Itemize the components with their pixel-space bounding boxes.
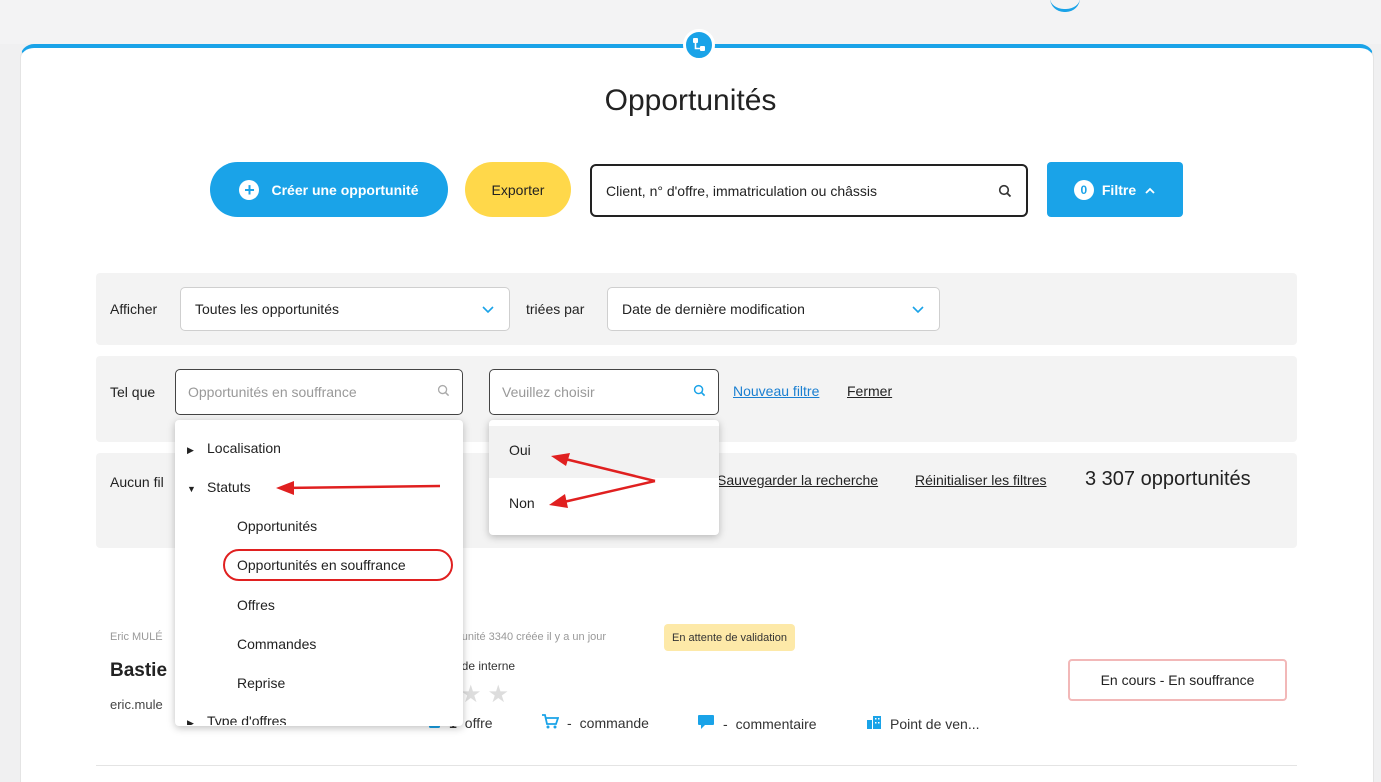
- afficher-select-value: Toutes les opportunités: [195, 301, 339, 317]
- filter-label: Filtre: [1101, 181, 1137, 198]
- offers-label: offre: [464, 715, 493, 731]
- row-meta: rtunité 3340 créée il y a un jour: [455, 631, 607, 643]
- close-filter-link[interactable]: Fermer: [847, 383, 892, 399]
- dropdown-item-type-offres[interactable]: ▶ Type d'offres: [187, 713, 286, 725]
- dropdown-item-reprise[interactable]: Reprise: [237, 675, 285, 691]
- chevron-down-icon: [481, 301, 495, 317]
- filter-button[interactable]: 0 Filtre: [1047, 162, 1183, 217]
- filter-field-input[interactable]: Opportunités en souffrance: [175, 369, 463, 415]
- plus-icon: +: [239, 179, 260, 200]
- caret-right-icon: ▶: [187, 445, 194, 455]
- comment-icon: [697, 714, 715, 733]
- orders-count: -: [567, 715, 572, 731]
- comments-stat[interactable]: - commentaire: [697, 714, 817, 733]
- new-filter-link[interactable]: Nouveau filtre: [733, 383, 819, 399]
- create-opportunity-button[interactable]: + Créer une opportunité: [210, 162, 448, 217]
- comments-label: commentaire: [735, 715, 817, 732]
- triees-par-label: triées par: [526, 301, 585, 317]
- point-of-sale-label: Point de ven...: [890, 715, 980, 732]
- filter-count-badge: 0: [1073, 179, 1094, 200]
- orders-stat[interactable]: - commande: [541, 714, 649, 732]
- opportunities-count: 3 307 opportunités: [1085, 468, 1251, 490]
- caret-right-icon: ▶: [187, 718, 194, 725]
- dropdown-item-localisation[interactable]: ▶ Localisation: [187, 440, 281, 456]
- tel-que-label: Tel que: [110, 384, 156, 400]
- row-client-name[interactable]: Bastie: [110, 660, 167, 682]
- chevron-down-icon: [911, 301, 925, 317]
- point-of-sale-stat[interactable]: Point de ven...: [866, 714, 980, 733]
- dropdown-item-label: Localisation: [207, 440, 281, 456]
- search-icon: [437, 384, 450, 400]
- cart-icon: [541, 714, 560, 732]
- dropdown-item-statuts[interactable]: ▼ Statuts: [187, 479, 251, 495]
- dropdown-item-label: Type d'offres: [207, 713, 287, 725]
- create-opportunity-label: Créer une opportunité: [271, 181, 419, 198]
- afficher-select[interactable]: Toutes les opportunités: [180, 287, 510, 331]
- status-badge: En attente de validation: [664, 624, 795, 651]
- annotation-highlight-oval: [223, 549, 453, 581]
- search-input[interactable]: Client, n° d'offre, immatriculation ou c…: [590, 164, 1028, 217]
- row-status: En cours - En souffrance: [1068, 659, 1287, 701]
- dropdown-item-commandes[interactable]: Commandes: [237, 636, 316, 652]
- filter-field-placeholder: Opportunités en souffrance: [188, 384, 357, 400]
- row-subtitle: nde interne: [455, 659, 516, 673]
- comments-count: -: [723, 715, 728, 732]
- caret-down-icon: ▼: [187, 484, 196, 494]
- export-button[interactable]: Exporter: [465, 162, 571, 217]
- reset-filters-link[interactable]: Réinitialiser les filtres: [915, 472, 1046, 488]
- export-label: Exporter: [491, 181, 545, 198]
- row-divider: [96, 765, 1297, 766]
- page-title: Opportunités: [604, 84, 777, 117]
- search-placeholder: Client, n° d'offre, immatriculation ou c…: [606, 182, 878, 199]
- opportunity-network-icon: [683, 29, 715, 61]
- search-icon[interactable]: [998, 184, 1012, 198]
- no-filter-label: Aucun fil: [110, 474, 164, 490]
- option-non[interactable]: Non: [509, 495, 535, 511]
- afficher-label: Afficher: [110, 301, 158, 317]
- search-icon: [693, 384, 706, 400]
- option-oui[interactable]: Oui: [509, 442, 531, 458]
- filter-value-input[interactable]: Veuillez choisir: [489, 369, 719, 415]
- rating-stars[interactable]: ★★: [460, 680, 515, 709]
- orders-label: commande: [579, 715, 649, 731]
- dropdown-item-offres[interactable]: Offres: [237, 597, 275, 613]
- row-email: eric.mule: [110, 697, 163, 712]
- sort-select-value: Date de dernière modification: [622, 301, 805, 317]
- sort-select[interactable]: Date de dernière modification: [607, 287, 940, 331]
- filter-value-placeholder: Veuillez choisir: [502, 384, 595, 400]
- chevron-up-icon: [1144, 182, 1156, 198]
- building-icon: [866, 714, 882, 733]
- row-owner: Eric MULÉ: [110, 631, 163, 643]
- save-search-link[interactable]: Sauvegarder la recherche: [717, 472, 878, 488]
- dropdown-item-label: Statuts: [207, 479, 251, 495]
- dropdown-item-opportunites[interactable]: Opportunités: [237, 518, 317, 534]
- value-dropdown: [489, 420, 719, 535]
